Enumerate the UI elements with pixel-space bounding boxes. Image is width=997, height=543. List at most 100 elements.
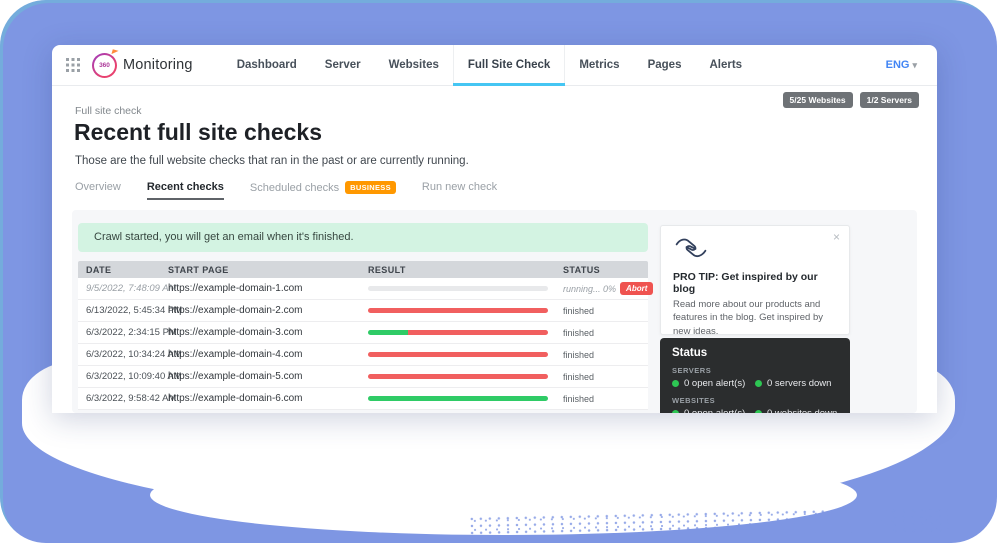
business-badge: BUSINESS [345,181,396,194]
table-row: 6/3/2022, 10:34:24 AMhttps://example-dom… [78,344,648,366]
cell-date: 6/3/2022, 2:34:15 PM [86,327,168,338]
usage-badge-1-2-servers: 1/2 Servers [860,92,919,108]
table-row: 9/5/2022, 7:48:09 AMhttps://example-doma… [78,278,648,300]
cell-status: finished [563,372,648,382]
tab-recent-checks[interactable]: Recent checks [147,181,224,200]
status-item: 0 websites down [755,408,838,413]
cell-start-page: https://example-domain-4.com [168,349,368,360]
table-row: 6/3/2022, 10:09:40 AMhttps://example-dom… [78,366,648,388]
table-body: 9/5/2022, 7:48:09 AMhttps://example-doma… [78,278,648,410]
cell-start-page: https://example-domain-6.com [168,393,368,404]
status-section-row: 0 open alert(s) 0 servers down [672,378,838,389]
progress-bar [368,374,548,379]
usage-badge-5-25-websites: 5/25 Websites [783,92,853,108]
status-sections: SERVERS 0 open alert(s) 0 servers down WEBS… [672,366,838,413]
progress-segment-green [368,396,548,401]
progress-segment-red [368,352,548,357]
nav-item-websites[interactable]: Websites [375,45,453,85]
nav-item-full-site-check[interactable]: Full Site Check [453,45,565,85]
language-label: ENG [886,59,910,71]
status-section-label-servers: SERVERS [672,366,838,375]
status-item-text: 0 servers down [767,378,831,389]
progress-segment-red [368,374,548,379]
status-text: finished [563,306,594,316]
cell-start-page: https://example-domain-1.com [168,283,368,294]
cell-status: finished [563,394,648,404]
status-item-text: 0 websites down [767,408,837,413]
nav-items: DashboardServerWebsitesFull Site CheckMe… [223,45,756,85]
logo-flag-icon [111,49,118,55]
cell-date: 6/3/2022, 10:34:24 AM [86,349,168,360]
cell-date: 9/5/2022, 7:48:09 AM [86,283,168,294]
success-alert: Crawl started, you will get an email whe… [78,223,648,252]
status-text: finished [563,394,594,404]
progress-bar [368,286,548,291]
cell-status: finished [563,306,648,316]
nav-item-metrics[interactable]: Metrics [565,45,633,85]
cell-status: finished [563,350,648,360]
status-card: Status SERVERS0 open alert(s)0 servers d… [660,338,850,413]
breadcrumb: Full site check [75,105,142,117]
cell-date: 6/3/2022, 10:09:40 AM [86,371,168,382]
table-row: 6/3/2022, 2:34:15 PMhttps://example-doma… [78,322,648,344]
content-panel: Crawl started, you will get an email whe… [72,210,917,413]
chevron-down-icon: ▾ [912,60,917,71]
nav-item-server[interactable]: Server [311,45,375,85]
logo-360-icon: 360 [92,53,117,78]
protip-card: × PRO TIP: Get inspired by our blog Read… [660,225,850,335]
handshake-icon [673,235,709,261]
status-text: finished [563,350,594,360]
cell-result [368,330,563,335]
table-row: 6/13/2022, 5:45:34 PMhttps://example-dom… [78,300,648,322]
nav-item-alerts[interactable]: Alerts [695,45,756,85]
progress-bar [368,330,548,335]
cell-date: 6/3/2022, 9:58:42 AM [86,393,168,404]
logo[interactable]: 360 Monitoring [92,53,193,78]
tab-run-new-check[interactable]: Run new check [422,181,497,198]
status-text: running... 0% [563,284,616,294]
brand-name: Monitoring [123,57,193,73]
cell-result [368,308,563,313]
app-launcher-icon[interactable] [66,58,80,72]
cell-start-page: https://example-domain-3.com [168,327,368,338]
cell-start-page: https://example-domain-5.com [168,371,368,382]
status-item: 0 open alert(s) [672,378,755,389]
green-dot-icon [755,410,762,413]
checks-table: DATESTART PAGERESULTSTATUS 9/5/2022, 7:4… [78,261,648,410]
top-navbar: 360 Monitoring DashboardServerWebsitesFu… [52,45,937,86]
page-subtitle: Those are the full website checks that r… [75,155,469,167]
tab-label: Overview [75,181,121,193]
tab-label: Run new check [422,181,497,193]
cell-date: 6/13/2022, 5:45:34 PM [86,305,168,316]
language-selector[interactable]: ENG ▾ [886,59,917,71]
column-header-status: STATUS [563,265,648,275]
status-section-label-websites: WEBSITES [672,396,838,405]
tabs-bar: Overview Recent checks Scheduled checks BUS… [75,181,497,200]
table-header: DATESTART PAGERESULTSTATUS [78,261,648,278]
tab-overview[interactable]: Overview [75,181,121,198]
cell-result [368,374,563,379]
page-title: Recent full site checks [74,119,322,146]
progress-segment-green [368,330,408,335]
status-text: finished [563,372,594,382]
nav-item-pages[interactable]: Pages [634,45,696,85]
nav-item-dashboard[interactable]: Dashboard [223,45,311,85]
progress-bar [368,352,548,357]
progress-segment-red [408,330,548,335]
table-row: 6/3/2022, 9:58:42 AMhttps://example-doma… [78,388,648,410]
close-icon[interactable]: × [833,231,840,243]
tab-label: Scheduled checks [250,182,339,194]
cell-status: finished [563,328,648,338]
cell-result [368,352,563,357]
abort-button[interactable]: Abort [620,282,653,295]
app-window: 360 Monitoring DashboardServerWebsitesFu… [52,45,937,413]
usage-badges: 5/25 Websites 1/2 Servers [783,92,919,108]
progress-segment-red [368,308,548,313]
column-header-start-page: START PAGE [168,265,368,275]
cell-status: running... 0% Abort [563,282,653,295]
tab-scheduled-checks[interactable]: Scheduled checks BUSINESS [250,181,396,199]
progress-bar [368,308,548,313]
tab-label: Recent checks [147,181,224,193]
green-dot-icon [672,380,679,387]
status-item-text: 0 open alert(s) [684,378,745,389]
